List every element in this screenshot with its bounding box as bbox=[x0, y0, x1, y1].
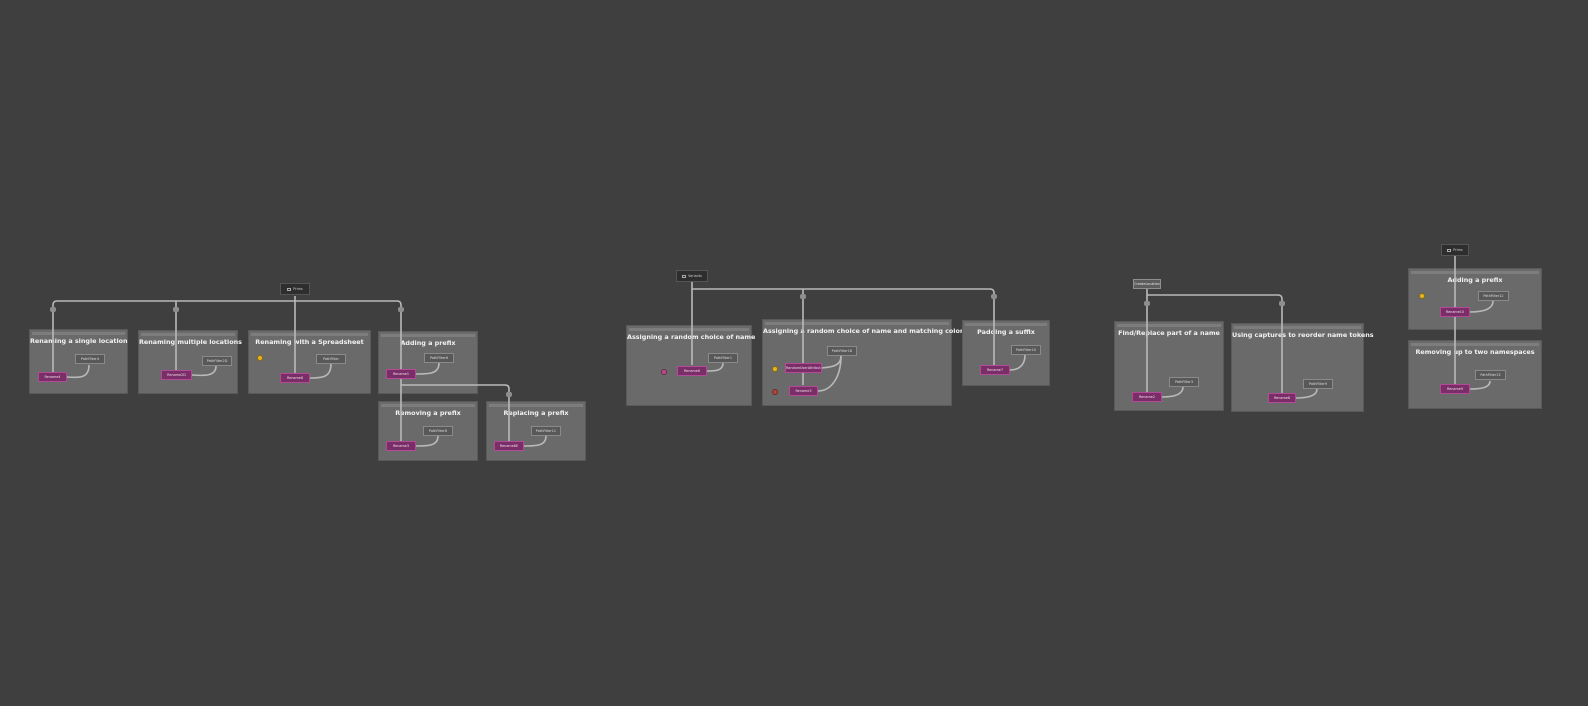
node-label: Prims bbox=[293, 287, 303, 291]
pathfilter-node[interactable]: PathFilter8 bbox=[423, 426, 453, 436]
rename-node[interactable]: Rename8 bbox=[1268, 393, 1296, 403]
backdrop-header-strip bbox=[765, 322, 949, 325]
rename-node[interactable]: Rename1 bbox=[386, 369, 416, 379]
node-graph-canvas[interactable]: Renaming a single location Renaming mult… bbox=[0, 0, 1588, 706]
bus-connector[interactable] bbox=[991, 294, 997, 299]
rename-node[interactable]: Rename2D bbox=[161, 370, 192, 380]
backdrop-captures-reorder[interactable]: Using captures to reorder name tokens bbox=[1231, 323, 1374, 412]
backdrop-title: Find/Replace part of a name bbox=[1118, 329, 1220, 337]
bus-connector[interactable] bbox=[50, 307, 56, 312]
backdrop-title: Renaming with a Spreadsheet bbox=[255, 338, 364, 346]
rename-node[interactable]: Rename6 bbox=[677, 366, 707, 376]
backdrop-header-strip bbox=[381, 334, 475, 337]
variants-icon bbox=[682, 274, 687, 278]
pathfilter-node[interactable]: PathFilter11 bbox=[531, 426, 561, 436]
backdrop-find-replace[interactable]: Find/Replace part of a name bbox=[1114, 321, 1224, 411]
rename-node[interactable]: Rename2 bbox=[1132, 392, 1162, 402]
backdrop-title: Adding a prefix bbox=[400, 339, 456, 347]
backdrop-title: Removing up to two namespaces bbox=[1415, 348, 1535, 356]
pathfilter-node[interactable]: PathFilter6 bbox=[424, 353, 454, 363]
rename-node[interactable]: Rename3 bbox=[789, 386, 818, 396]
error-dot-icon bbox=[772, 389, 778, 395]
backdrop-renaming-with-spreadsheet[interactable]: Renaming with a Spreadsheet bbox=[248, 330, 371, 394]
backdrop-title: Assigning a random choice of name bbox=[627, 333, 756, 341]
variants-node[interactable]: Variants bbox=[676, 270, 708, 282]
backdrop-title: Padding a suffix bbox=[977, 328, 1035, 336]
create-location-node[interactable]: CreateLocation bbox=[1133, 279, 1161, 289]
backdrop-title: Removing a prefix bbox=[395, 409, 461, 417]
bus-connector[interactable] bbox=[1144, 301, 1150, 306]
pathfilter-node[interactable]: PathFilter1 bbox=[708, 353, 738, 363]
pathfilter-node[interactable]: PathFilter18 bbox=[827, 346, 857, 356]
bus-connector[interactable] bbox=[506, 392, 512, 397]
backdrop-header-strip bbox=[32, 332, 125, 335]
node-label: Prims bbox=[1453, 248, 1463, 252]
backdrop-header-strip bbox=[1411, 271, 1539, 274]
rename-node[interactable]: Rename8 bbox=[280, 373, 310, 383]
prims-node[interactable]: Prims bbox=[280, 283, 310, 295]
backdrop-header-strip bbox=[141, 333, 235, 336]
prims-icon bbox=[287, 287, 292, 291]
node-label: Variants bbox=[688, 274, 702, 278]
pathfilter-node[interactable]: PathFilter9 bbox=[1303, 379, 1333, 389]
backdrop-header-strip bbox=[489, 404, 583, 407]
pathfilter-node[interactable]: PathFilter10 bbox=[1011, 345, 1041, 355]
bus-connector[interactable] bbox=[800, 294, 806, 299]
backdrop-header-strip bbox=[1117, 324, 1221, 327]
pathfilter-node[interactable]: PathFilter bbox=[316, 354, 346, 364]
backdrop-title: Assigning a random choice of name and ma… bbox=[763, 327, 964, 335]
rename-node[interactable]: Rename9 bbox=[1440, 384, 1470, 394]
pathfilter-node[interactable]: PathFilter13 bbox=[1475, 370, 1506, 380]
bus-connector[interactable] bbox=[398, 307, 404, 312]
bus-connector[interactable] bbox=[173, 307, 179, 312]
prims-node-2[interactable]: Prims bbox=[1441, 244, 1469, 256]
warning-dot-icon bbox=[257, 355, 263, 361]
backdrop-header-strip bbox=[1411, 343, 1539, 346]
backdrop-title: Using captures to reorder name tokens bbox=[1232, 331, 1374, 339]
node-label: CreateLocation bbox=[1134, 282, 1160, 286]
random-user-attribute-node[interactable]: RandomUserAttribute bbox=[785, 363, 822, 373]
flag-dot-icon bbox=[661, 369, 667, 375]
backdrop-title: Adding a prefix bbox=[1447, 276, 1503, 284]
rename-node[interactable]: Rename4 bbox=[38, 372, 67, 382]
rename-node[interactable]: Rename8E bbox=[494, 441, 524, 451]
warning-dot-icon bbox=[1419, 293, 1425, 299]
backdrop-header-strip bbox=[1234, 326, 1361, 329]
backdrop-title: Renaming multiple locations bbox=[139, 338, 242, 346]
prims-icon bbox=[1447, 248, 1452, 252]
backdrop-header-strip bbox=[965, 323, 1047, 326]
pathfilter-node[interactable]: PathFilter2D bbox=[202, 356, 232, 366]
backdrop-header-strip bbox=[381, 404, 475, 407]
rename-node[interactable]: Rename3 bbox=[386, 441, 416, 451]
rename-node[interactable]: Rename10 bbox=[1440, 307, 1470, 317]
warning-dot-icon bbox=[772, 366, 778, 372]
pathfilter-node[interactable]: PathFilter3 bbox=[1169, 377, 1199, 387]
backdrop-title: Replacing a prefix bbox=[503, 409, 569, 417]
pathfilter-node[interactable]: PathFilter4 bbox=[75, 354, 105, 364]
backdrop-title: Renaming a single location bbox=[30, 337, 128, 345]
rename-node[interactable]: Rename7 bbox=[980, 365, 1010, 375]
bus-connector[interactable] bbox=[1279, 301, 1285, 306]
backdrop-header-strip bbox=[251, 333, 368, 336]
backdrop-header-strip bbox=[629, 328, 749, 331]
pathfilter-node[interactable]: PathFilter12 bbox=[1478, 291, 1509, 301]
backdrop-adding-prefix-2[interactable]: Adding a prefix bbox=[1408, 268, 1542, 330]
